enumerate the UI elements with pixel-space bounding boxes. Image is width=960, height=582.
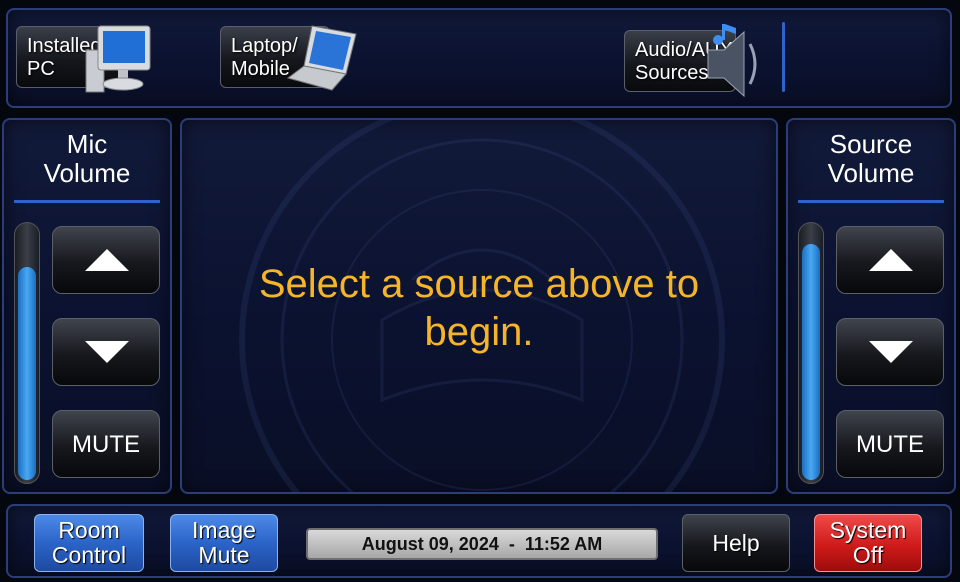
bottom-control-bar: Room Control Image Mute August 09, 2024 … [6,504,952,578]
mic-volume-meter-fill [18,266,36,480]
mic-mute-button[interactable]: MUTE [52,410,160,478]
mic-volume-title: Mic Volume [43,129,131,188]
source-volume-meter-fill [802,243,820,480]
speaker-music-icon [707,24,757,98]
image-mute-label: Image Mute [192,517,256,568]
room-control-label: Room Control [51,517,127,568]
laptop-icon [286,25,357,91]
triangle-down-icon [85,341,129,363]
mic-volume-panel: Mic Volume MUTE [2,118,172,494]
source-volume-divider [798,200,944,203]
source-volume-down-button[interactable] [836,318,944,386]
select-source-prompt: Select a source above to begin. [258,262,700,354]
main-display-panel: Select a source above to begin. [180,118,778,494]
mic-volume-up-button[interactable] [52,226,160,294]
system-off-button[interactable]: System Off [814,514,922,572]
help-label: Help [712,530,760,556]
desktop-pc-icon [85,25,151,93]
top-bar-divider [782,22,785,92]
triangle-down-icon [869,341,913,363]
source-selection-bar: Installed PC Laptop/ Mobile Audio/AUX So… [6,8,952,108]
source-volume-meter[interactable] [798,222,824,484]
room-control-button[interactable]: Room Control [34,514,144,572]
source-volume-panel: Source Volume MUTE [786,118,956,494]
help-button[interactable]: Help [682,514,790,572]
triangle-up-icon [85,249,129,271]
mic-volume-meter[interactable] [14,222,40,484]
mic-volume-divider [14,200,160,203]
mic-volume-down-button[interactable] [52,318,160,386]
source-mute-label: MUTE [856,431,924,458]
image-mute-button[interactable]: Image Mute [170,514,278,572]
system-off-label: System Off [829,517,907,568]
source-volume-title: Source Volume [827,129,915,188]
mic-mute-label: MUTE [72,431,140,458]
triangle-up-icon [869,249,913,271]
source-volume-up-button[interactable] [836,226,944,294]
date-time-display: August 09, 2024 - 11:52 AM [306,528,658,560]
source-mute-button[interactable]: MUTE [836,410,944,478]
